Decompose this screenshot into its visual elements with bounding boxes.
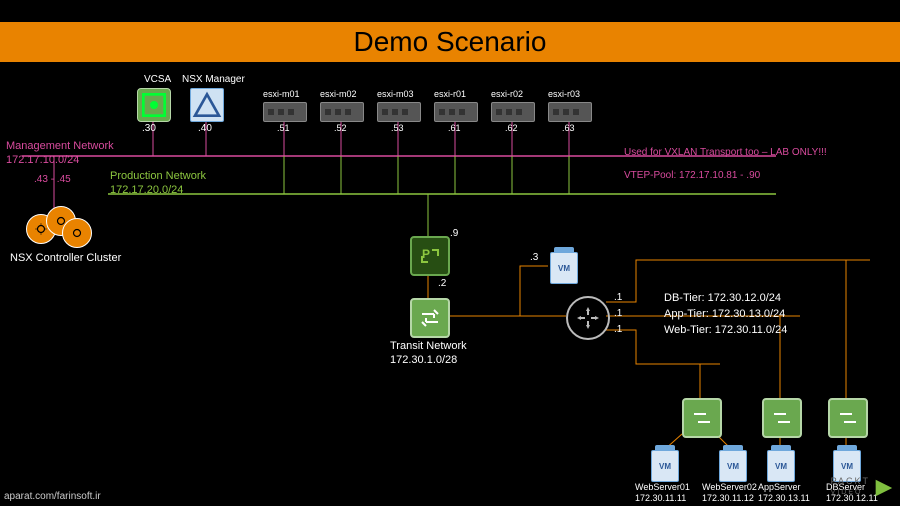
transit-switch-icon: [410, 298, 450, 338]
host-label: esxi-r01: [434, 89, 466, 99]
transit-cidr: 172.30.1.0/28: [390, 354, 457, 366]
host-label: esxi-r03: [548, 89, 580, 99]
web-tier-label: Web-Tier: 172.30.11.0/24: [664, 324, 787, 336]
vxlan-note: Used for VXLAN Transport too – LAB ONLY!…: [624, 147, 827, 158]
host-label: esxi-r02: [491, 89, 523, 99]
app-tier-label: App-Tier: 172.30.13.0/24: [664, 308, 785, 320]
vm-icon: VM: [767, 450, 795, 482]
vm-icon: VM: [651, 450, 679, 482]
router-ip-app: .1: [614, 308, 622, 319]
brand-watermark: PACKT VIDEO: [831, 476, 870, 496]
edge-vm-ip: .3: [530, 252, 538, 263]
host-octet: .61: [448, 123, 461, 133]
edge-ip-bottom: .2: [438, 278, 446, 289]
title-bar: Demo Scenario: [0, 22, 900, 62]
page-title: Demo Scenario: [354, 26, 547, 57]
nsx-cluster-label: NSX Controller Cluster: [10, 252, 121, 264]
host-octet: .52: [334, 123, 347, 133]
db-tier-label: DB-Tier: 172.30.12.0/24: [664, 292, 781, 304]
diagram-stage: Demo Scenario VCSA NSX Manager esxi-m01 …: [0, 0, 900, 506]
controller-range: .43 - .45: [34, 174, 71, 185]
host-label: esxi-m02: [320, 89, 357, 99]
vcsa-icon: [137, 88, 171, 122]
vcsa-octet: .30: [142, 123, 156, 134]
edge-ip-top: .9: [450, 228, 458, 239]
credit-text: aparat.com/farinsoft.ir: [4, 491, 101, 502]
svg-text:P: P: [422, 247, 430, 261]
host-icon: [377, 102, 421, 122]
host-icon: [548, 102, 592, 122]
host-icon: [263, 102, 307, 122]
host-label: esxi-m03: [377, 89, 414, 99]
app-switch-icon: [762, 398, 802, 438]
server-name: AppServer: [758, 482, 801, 492]
router-ip-web: .1: [614, 324, 622, 335]
nsx-manager-label: NSX Manager: [182, 74, 245, 85]
vcsa-label: VCSA: [144, 74, 171, 85]
host-octet: .63: [562, 123, 575, 133]
prod-net-label: Production Network: [110, 170, 206, 182]
edge-vm-icon: VM: [550, 252, 578, 284]
server-ip: 172.30.11.11: [635, 493, 686, 503]
nsx-manager-icon: [190, 88, 224, 122]
vtep-pool: VTEP-Pool: 172.17.10.81 - .90: [624, 170, 760, 181]
brand-sub: VIDEO: [831, 489, 863, 496]
router-ip-db: .1: [614, 292, 622, 303]
brand-name: PACKT: [831, 476, 870, 486]
server-name: WebServer01: [635, 482, 690, 492]
mgmt-net-label: Management Network: [6, 140, 114, 152]
vm-icon: VM: [719, 450, 747, 482]
db-switch-icon: [828, 398, 868, 438]
mgmt-net-cidr: 172.17.10.0/24: [6, 154, 79, 166]
host-octet: .62: [505, 123, 518, 133]
transit-name: Transit Network: [390, 340, 467, 352]
host-icon: [491, 102, 535, 122]
edge-switch-icon: P: [410, 236, 450, 276]
prod-net-cidr: 172.17.20.0/24: [110, 184, 183, 196]
server-ip: 172.30.13.11: [758, 493, 810, 503]
host-icon: [320, 102, 364, 122]
nsx-octet: .40: [198, 123, 212, 134]
host-label: esxi-m01: [263, 89, 300, 99]
host-octet: .51: [277, 123, 290, 133]
host-icon: [434, 102, 478, 122]
server-ip: 172.30.11.12: [702, 493, 754, 503]
server-name: WebServer02: [702, 482, 757, 492]
host-octet: .53: [391, 123, 404, 133]
web-switch-icon: [682, 398, 722, 438]
play-icon[interactable]: [872, 477, 894, 502]
distributed-router-icon: [566, 296, 610, 340]
